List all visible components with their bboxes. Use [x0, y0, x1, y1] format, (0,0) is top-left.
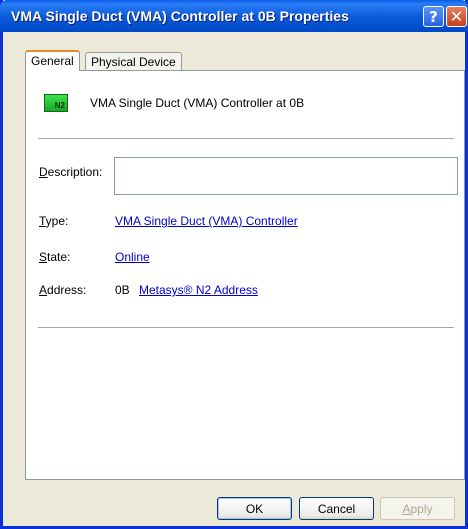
- n2-address-link[interactable]: Metasys® N2 Address: [139, 283, 258, 297]
- description-label: Description:: [39, 165, 102, 179]
- close-icon[interactable]: ✕: [446, 6, 467, 27]
- general-panel: N2 VMA Single Duct (VMA) Controller at 0…: [25, 70, 465, 480]
- type-link[interactable]: VMA Single Duct (VMA) Controller: [115, 214, 298, 228]
- state-label-rest: tate:: [47, 250, 71, 264]
- address-label: Address:: [39, 283, 86, 297]
- window-title: VMA Single Duct (VMA) Controller at 0B P…: [11, 8, 349, 24]
- address-label-access: A: [39, 283, 48, 297]
- address-value: 0B: [115, 283, 130, 297]
- description-input[interactable]: [114, 157, 458, 195]
- tab-physical-device[interactable]: Physical Device: [85, 52, 182, 71]
- type-label-access: T: [39, 214, 46, 228]
- apply-button-rest: pply: [410, 501, 433, 516]
- properties-dialog: VMA Single Duct (VMA) Controller at 0B P…: [0, 0, 468, 529]
- type-label-rest: ype:: [45, 214, 69, 228]
- ok-button[interactable]: OK: [217, 497, 292, 520]
- divider-top: [38, 138, 454, 140]
- description-label-rest: escription:: [47, 165, 103, 179]
- device-name: VMA Single Duct (VMA) Controller at 0B: [90, 96, 305, 110]
- n2-icon-label: N2: [54, 101, 65, 110]
- state-link[interactable]: Online: [115, 250, 150, 264]
- help-icon[interactable]: ?: [423, 6, 444, 27]
- divider-bottom: [38, 327, 454, 329]
- apply-button[interactable]: Apply: [380, 497, 455, 520]
- tab-general[interactable]: General: [25, 50, 80, 71]
- title-bar[interactable]: VMA Single Duct (VMA) Controller at 0B P…: [0, 0, 468, 32]
- cancel-button[interactable]: Cancel: [299, 497, 374, 520]
- description-label-access: D: [39, 165, 48, 179]
- type-label: Type:: [39, 214, 68, 228]
- n2-controller-icon: N2: [44, 94, 68, 112]
- state-label-access: S: [39, 250, 48, 264]
- state-label: State:: [39, 250, 70, 264]
- address-label-rest: ddress:: [47, 283, 87, 297]
- apply-button-access: A: [402, 501, 411, 516]
